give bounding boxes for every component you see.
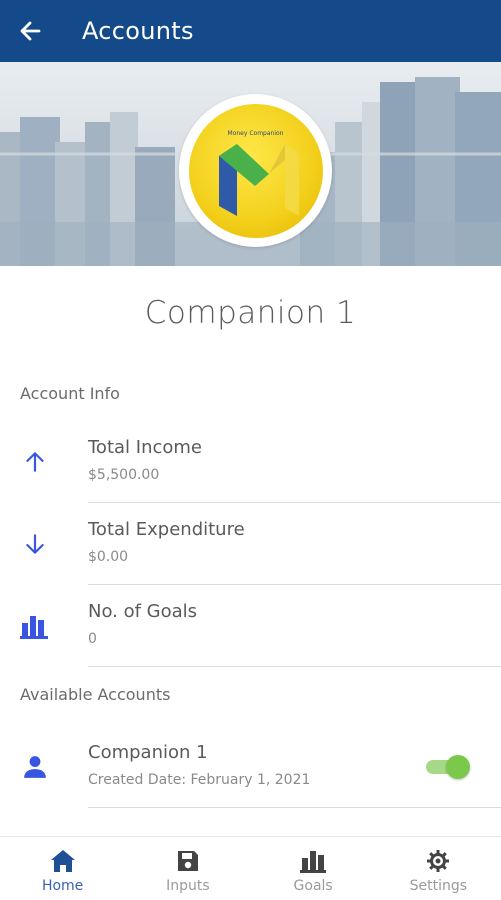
bottom-navigation: Home Inputs Goals Settings (0, 836, 501, 900)
account-active-toggle[interactable] (424, 754, 470, 780)
bar-chart-icon (300, 848, 327, 874)
logo-text: Money Companion (227, 129, 284, 137)
nav-home-label: Home (41, 878, 84, 894)
back-button[interactable] (0, 0, 60, 62)
nav-settings-label: Settings (409, 878, 468, 894)
nav-goals[interactable]: Goals (251, 837, 376, 900)
divider (88, 666, 501, 667)
gear-icon (425, 848, 451, 874)
company-logo: Money Companion (179, 94, 332, 247)
app-bar: Accounts (0, 0, 501, 62)
account-list-item[interactable]: Companion 1 Created Date: February 1, 20… (0, 726, 501, 808)
page-title: Accounts (82, 17, 194, 45)
nav-home[interactable]: Home (0, 837, 125, 900)
account-info-heading: Account Info (20, 384, 120, 403)
person-icon (20, 752, 50, 782)
goals-count-row: No. of Goals 0 (0, 585, 501, 667)
total-expenditure-value: $0.00 (88, 549, 129, 565)
money-companion-logo-icon (218, 143, 299, 216)
save-icon (175, 848, 201, 874)
toggle-thumb (446, 755, 470, 779)
goals-count-value: 0 (88, 631, 97, 647)
available-accounts-heading: Available Accounts (20, 685, 171, 704)
total-income-row: Total Income $5,500.00 (0, 421, 501, 503)
goals-count-label: No. of Goals (88, 601, 198, 622)
nav-settings[interactable]: Settings (376, 837, 501, 900)
total-expenditure-label: Total Expenditure (88, 519, 245, 540)
total-income-value: $5,500.00 (88, 467, 160, 483)
account-item-name: Companion 1 (88, 742, 208, 763)
bar-chart-icon (20, 611, 50, 641)
total-income-label: Total Income (88, 437, 202, 458)
total-expenditure-row: Total Expenditure $0.00 (0, 503, 501, 585)
arrow-left-icon (20, 21, 41, 41)
account-item-created-date: Created Date: February 1, 2021 (88, 772, 311, 788)
arrow-down-icon (20, 529, 50, 559)
logo-badge: Money Companion (188, 103, 323, 238)
divider (88, 807, 501, 808)
arrow-up-icon (20, 447, 50, 477)
nav-inputs-label: Inputs (166, 878, 210, 894)
nav-inputs[interactable]: Inputs (125, 837, 250, 900)
account-name: Companion 1 (144, 295, 357, 331)
nav-goals-label: Goals (293, 878, 333, 894)
home-icon (50, 848, 76, 874)
